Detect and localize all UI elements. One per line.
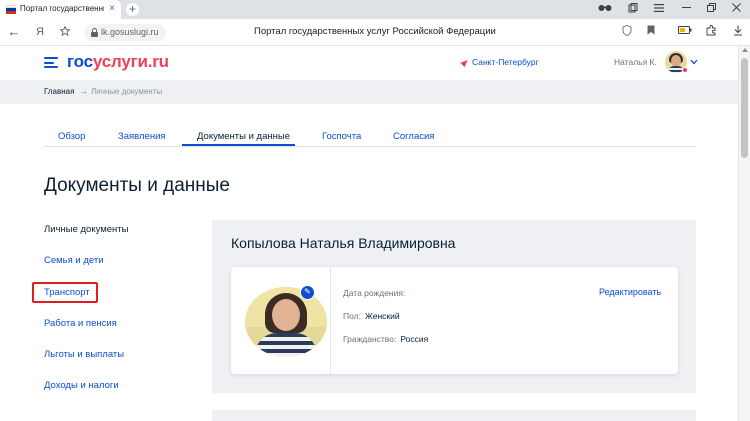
section-tabs: Обзор Заявления Документы и данные Госпо…	[44, 126, 696, 147]
browser-tab-strip: Портал государственных × +	[0, 0, 750, 19]
citizenship-value: Россия	[400, 334, 429, 344]
tab-documents[interactable]: Документы и данные	[197, 131, 290, 142]
breadcrumb-current: Личные документы	[91, 87, 163, 96]
site-header: госуслуги.ru Санкт-Петербург Наталья К.	[0, 46, 738, 80]
collections-icon[interactable]	[626, 3, 640, 16]
browser-tab[interactable]: Портал государственных ×	[0, 0, 121, 19]
bookmark-icon[interactable]	[644, 25, 658, 39]
edit-button[interactable]: Редактировать	[599, 287, 661, 297]
birth-date-label: Дата рождения:	[343, 288, 406, 298]
tab-overview[interactable]: Обзор	[58, 131, 85, 142]
profile-photo	[245, 287, 327, 357]
address-bar-row: ← Я lk.gosuslugi.ru Портал государственн…	[0, 19, 750, 46]
left-menu-family[interactable]: Семья и дети	[44, 255, 104, 266]
lock-icon	[91, 28, 98, 37]
tab-consents[interactable]: Согласия	[393, 131, 434, 142]
birth-date-field: Дата рождения:	[343, 288, 409, 298]
browser-tab-title: Портал государственных	[20, 4, 104, 13]
shield-icon[interactable]	[620, 25, 634, 39]
minimize-icon[interactable]	[679, 3, 693, 16]
citizenship-field: Гражданство: Россия	[343, 334, 428, 344]
gender-field: Пол: Женский	[343, 311, 400, 321]
menu-lines-icon[interactable]	[652, 3, 666, 16]
active-tab-indicator	[182, 144, 295, 146]
left-menu-benefits[interactable]: Льготы и выплаты	[44, 349, 124, 360]
city-selector[interactable]: Санкт-Петербург	[460, 57, 539, 68]
extension-icon[interactable]	[704, 24, 718, 39]
user-name[interactable]: Наталья К.	[614, 57, 657, 67]
close-window-icon[interactable]	[729, 3, 743, 16]
new-tab-button[interactable]: +	[126, 3, 139, 16]
person-full-name: Копылова Наталья Владимировна	[231, 235, 456, 251]
page-heading: Документы и данные	[44, 175, 230, 196]
download-icon[interactable]	[731, 25, 745, 39]
scroll-up-icon[interactable]	[742, 48, 748, 52]
location-arrow-icon	[460, 57, 470, 68]
gosuslugi-logo[interactable]: госуслуги.ru	[67, 52, 169, 72]
back-icon[interactable]: ←	[6, 24, 22, 40]
restore-icon[interactable]	[704, 3, 718, 16]
notification-dot	[682, 67, 688, 73]
left-menu-income-taxes[interactable]: Доходы и налоги	[44, 380, 119, 391]
tab-gospochta[interactable]: Госпочта	[322, 131, 361, 142]
citizenship-label: Гражданство:	[343, 334, 397, 344]
scroll-thumb[interactable]	[741, 58, 748, 158]
page-title: Портал государственных услуг Российской …	[254, 26, 496, 37]
edit-photo-icon[interactable]: ✎	[300, 285, 315, 300]
url-field[interactable]: lk.gosuslugi.ru	[84, 24, 166, 41]
breadcrumb-home[interactable]: Главная	[44, 87, 74, 96]
gender-value: Женский	[364, 311, 400, 321]
left-menu-personal-docs[interactable]: Личные документы	[44, 224, 128, 235]
tab-applications[interactable]: Заявления	[118, 131, 166, 142]
city-label: Санкт-Петербург	[472, 57, 539, 67]
left-menu-work-pension[interactable]: Работа и пенсия	[44, 318, 117, 329]
star-icon[interactable]	[57, 24, 73, 40]
breadcrumb: Главная → Личные документы	[0, 80, 738, 104]
reader-mode-icon[interactable]	[598, 3, 612, 16]
transport-highlight-box	[32, 282, 98, 303]
gender-label: Пол:	[343, 311, 361, 321]
menu-icon[interactable]	[44, 57, 58, 68]
russia-flag-icon	[6, 5, 16, 14]
scrollbar[interactable]	[738, 46, 750, 421]
yandex-icon[interactable]: Я	[32, 24, 48, 40]
close-tab-icon[interactable]: ×	[106, 3, 118, 15]
url-text: lk.gosuslugi.ru	[101, 27, 159, 37]
next-panel	[212, 410, 696, 421]
breadcrumb-separator: →	[80, 87, 88, 96]
chevron-down-icon[interactable]	[690, 58, 698, 67]
card-divider	[330, 267, 331, 374]
battery-icon	[678, 25, 692, 39]
